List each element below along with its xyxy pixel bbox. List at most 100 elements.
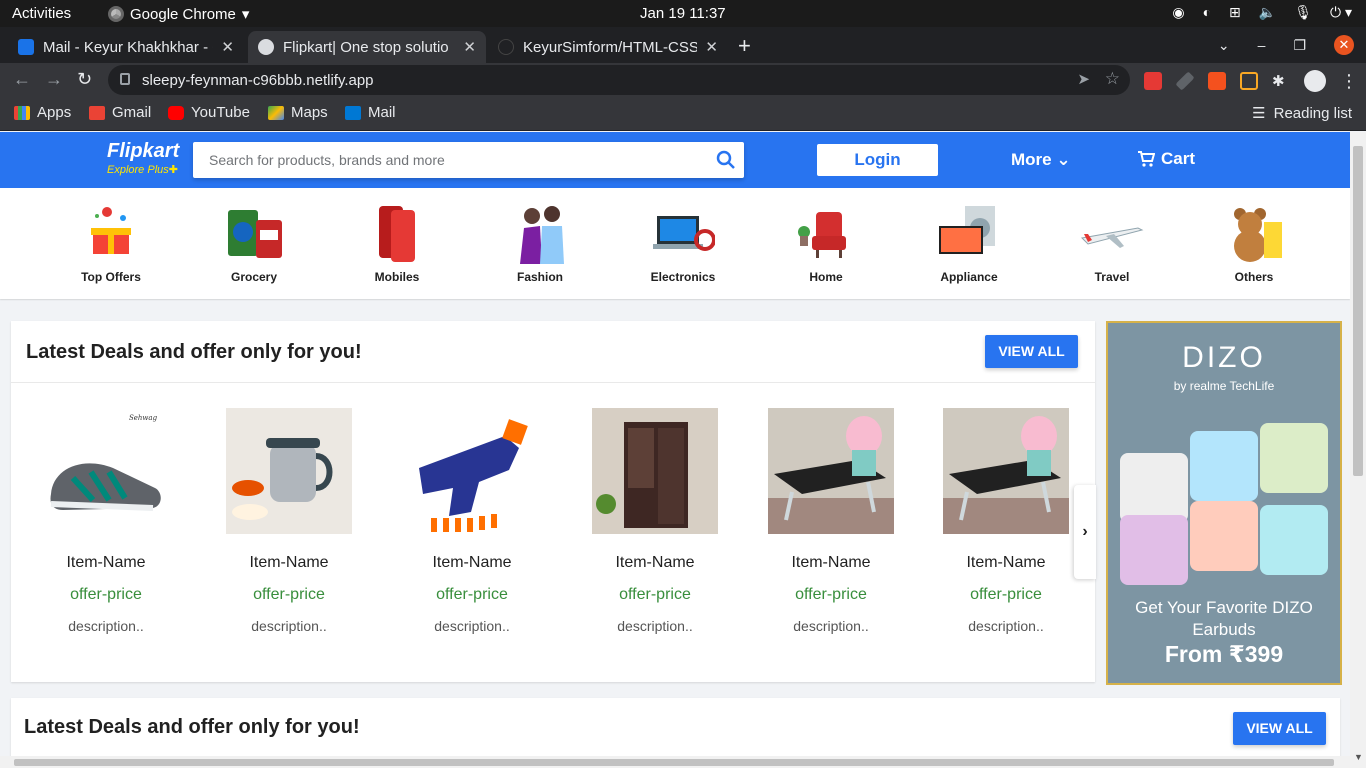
scrollbar-thumb[interactable] — [14, 759, 1334, 766]
vertical-scrollbar[interactable]: ▼ — [1350, 132, 1366, 768]
item-description: description.. — [434, 618, 510, 634]
maximize-button[interactable]: ❐ — [1293, 37, 1306, 54]
outlook-icon — [345, 105, 361, 120]
view-all-button[interactable]: VIEW ALL — [985, 335, 1078, 368]
close-tab-icon[interactable]: ✕ — [705, 38, 718, 56]
item-price: offer-price — [70, 586, 142, 603]
tab-github[interactable]: KeyurSimform/HTML-CSS ✕ — [488, 31, 728, 63]
grocery-icon — [228, 210, 282, 258]
deal-item[interactable]: Item-Name offer-price description.. — [397, 408, 547, 634]
logo-tagline-word: Explore — [107, 164, 145, 176]
category-nav: Top Offers Grocery Mobiles Fashion Elect… — [0, 188, 1350, 299]
category-electronics[interactable]: Electronics — [633, 202, 733, 284]
flipkart-logo[interactable]: Flipkart Explore Plus✚ — [107, 140, 179, 176]
microphone-icon[interactable]: 🎙 — [1294, 4, 1312, 21]
back-icon[interactable]: ← — [13, 69, 31, 90]
app-menu[interactable]: Google Chrome ▾ — [108, 5, 249, 23]
tab-flipkart[interactable]: Flipkart| One stop solutio ✕ — [248, 31, 486, 63]
carousel-next-button[interactable]: › — [1074, 485, 1096, 579]
earphones-white-tile — [1120, 453, 1188, 523]
extension-percent-icon[interactable] — [1208, 72, 1226, 90]
new-tab-button[interactable]: + — [738, 33, 751, 59]
bookmark-label: Maps — [291, 104, 328, 121]
notification-icon[interactable]: ◉ — [1172, 4, 1184, 21]
lock-icon[interactable] — [120, 73, 130, 85]
tab-title: Mail - Keyur Khakhkhar - O — [43, 38, 214, 56]
category-mobiles[interactable]: Mobiles — [347, 202, 447, 284]
category-home[interactable]: Home — [776, 202, 876, 284]
deal-item[interactable]: Item-Name offer-price description.. — [756, 408, 906, 634]
search-input[interactable] — [193, 142, 693, 178]
url-text[interactable]: sleepy-feynman-c96bbb.netlify.app — [142, 72, 374, 89]
power-icon[interactable]: ⏻ ▾ — [1330, 4, 1352, 21]
night-light-icon[interactable]: ◐ — [1203, 4, 1211, 21]
view-all-button[interactable]: VIEW ALL — [1233, 712, 1326, 745]
horizontal-scrollbar[interactable] — [0, 756, 1350, 768]
category-grocery[interactable]: Grocery — [204, 202, 304, 284]
maps-icon — [268, 105, 284, 120]
ad-brand: DIZO — [1182, 341, 1266, 374]
cart-icon — [1138, 151, 1155, 167]
more-label: More — [1011, 150, 1052, 169]
reload-icon[interactable]: ↻ — [77, 69, 92, 90]
dizo-ad-banner[interactable]: DIZO by realme TechLife Get Your Favorit… — [1106, 321, 1342, 685]
volume-icon[interactable]: 🔈 — [1259, 4, 1276, 21]
deal-item[interactable]: Item-Name offer-price description.. — [214, 408, 364, 634]
tab-search-icon[interactable]: ⌄ — [1218, 37, 1230, 54]
extension-frame-icon[interactable] — [1240, 72, 1258, 90]
bookmark-apps[interactable]: Apps — [14, 104, 71, 121]
send-icon[interactable]: ➤ — [1077, 70, 1090, 88]
chevron-down-icon: ⌄ — [1056, 150, 1071, 169]
earbuds-dark-tile — [1260, 505, 1328, 575]
profile-avatar[interactable] — [1304, 70, 1326, 92]
minimize-button[interactable]: – — [1258, 37, 1266, 53]
bookmark-label: Mail — [368, 104, 396, 121]
scrollbar-thumb[interactable] — [1353, 146, 1363, 476]
bookmark-maps[interactable]: Maps — [268, 104, 328, 121]
address-bar[interactable]: sleepy-feynman-c96bbb.netlify.app ➤ ☆ — [108, 65, 1130, 95]
bookmark-label: Apps — [37, 104, 72, 121]
menu-kebab-icon[interactable]: ⋮ — [1340, 71, 1358, 92]
reading-list-button[interactable]: ☰ Reading list — [1252, 104, 1352, 123]
ad-tagline: Get Your Favorite DIZO Earbuds — [1135, 598, 1313, 639]
category-others[interactable]: Others — [1204, 202, 1304, 284]
laptop-icon — [653, 216, 715, 251]
category-travel[interactable]: Travel — [1062, 202, 1162, 284]
tab-mail[interactable]: Mail - Keyur Khakhkhar - O ✕ — [8, 31, 244, 63]
scroll-down-icon[interactable]: ▼ — [1354, 752, 1363, 762]
bookmark-gmail[interactable]: Gmail — [89, 104, 151, 121]
search-icon[interactable] — [716, 150, 736, 170]
system-tray[interactable]: ◉ ◐ ⊞ 🔈 🎙 ⏻ ▾ — [1172, 4, 1352, 21]
bookmark-star-icon[interactable]: ☆ — [1105, 69, 1120, 89]
deal-item[interactable]: Sehwag Item-Name offer-price description… — [31, 408, 181, 634]
close-window-button[interactable]: ✕ — [1334, 35, 1354, 55]
close-tab-icon[interactable]: ✕ — [221, 38, 234, 56]
item-description: description.. — [251, 618, 327, 634]
item-name: Item-Name — [966, 554, 1046, 571]
cart-button[interactable]: Cart — [1137, 149, 1195, 169]
bookmark-youtube[interactable]: YouTube — [168, 104, 250, 121]
category-fashion[interactable]: Fashion — [490, 202, 590, 284]
puzzle-icon[interactable]: ✱ — [1272, 72, 1290, 90]
forward-icon[interactable]: → — [45, 69, 63, 90]
category-top-offers[interactable]: Top Offers — [61, 202, 161, 284]
search-box[interactable] — [193, 142, 744, 178]
category-appliance[interactable]: Appliance — [919, 202, 1019, 284]
tab-title: KeyurSimform/HTML-CSS — [523, 38, 698, 56]
earbuds-case-tile — [1260, 423, 1328, 493]
network-icon[interactable]: ⊞ — [1229, 4, 1241, 21]
more-menu[interactable]: More ⌄ — [1011, 150, 1071, 170]
item-price: offer-price — [970, 586, 1042, 603]
login-button[interactable]: Login — [817, 144, 938, 176]
activities-button[interactable]: Activities — [12, 5, 71, 22]
extension-pen-icon[interactable] — [1175, 71, 1195, 91]
close-tab-icon[interactable]: ✕ — [463, 38, 476, 56]
deal-item[interactable]: Item-Name offer-price description.. — [580, 408, 730, 634]
clock[interactable]: Jan 19 11:37 — [640, 5, 726, 22]
bookmark-label: YouTube — [191, 104, 250, 121]
deal-item[interactable]: Item-Name offer-price description.. — [931, 408, 1081, 634]
gift-icon — [91, 207, 131, 254]
deals-title: Latest Deals and offer only for you! — [26, 341, 362, 363]
bookmark-mail[interactable]: Mail — [345, 104, 396, 121]
extension-red-icon[interactable] — [1144, 72, 1162, 90]
